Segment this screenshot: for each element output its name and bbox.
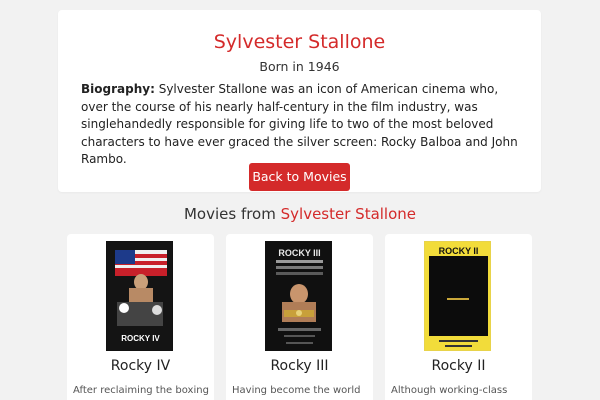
poster-title-text: ROCKY IV — [121, 334, 160, 343]
actor-bio-card: Sylvester Stallone Born in 1946 Biograph… — [58, 10, 541, 192]
movie-poster[interactable]: ROCKY II — [424, 241, 491, 351]
poster-title-text: ROCKY II — [439, 246, 479, 256]
movies-section-heading: Movies from Sylvester Stallone — [0, 205, 600, 223]
biography-label: Biography: — [81, 82, 155, 96]
movie-description: Although working-class Philadelphia boxe… — [391, 385, 508, 396]
poster-image: ROCKY IV — [107, 242, 172, 350]
movies-heading-actor: Sylvester Stallone — [280, 205, 417, 223]
movie-card[interactable]: ROCKY IV Rocky IV After reclaiming the b… — [67, 234, 214, 400]
movie-title[interactable]: Rocky IV — [67, 358, 214, 374]
movie-poster[interactable]: ROCKY III — [265, 241, 332, 351]
movie-description: Having become the world heavyweight cham… — [232, 385, 361, 396]
movie-poster[interactable]: ROCKY IV — [106, 241, 173, 351]
movie-description: After reclaiming the boxing champ... — [73, 385, 209, 396]
poster-image: ROCKY II — [425, 242, 490, 350]
poster-image: ROCKY III — [266, 242, 331, 350]
actor-birth-year: Born in 1946 — [259, 59, 340, 74]
back-to-movies-button[interactable]: Back to Movies — [249, 163, 350, 191]
poster-title-text: ROCKY III — [278, 248, 320, 258]
movies-heading-prefix: Movies from — [183, 205, 276, 223]
movie-title[interactable]: Rocky II — [385, 358, 532, 374]
movie-card[interactable]: ROCKY II Rocky II Although working-class… — [385, 234, 532, 400]
actor-biography: Biography: Sylvester Stallone was an ico… — [81, 81, 521, 169]
movie-card[interactable]: ROCKY III Rocky III Having become the wo… — [226, 234, 373, 400]
actor-name: Sylvester Stallone — [213, 31, 386, 53]
movie-title[interactable]: Rocky III — [226, 358, 373, 374]
